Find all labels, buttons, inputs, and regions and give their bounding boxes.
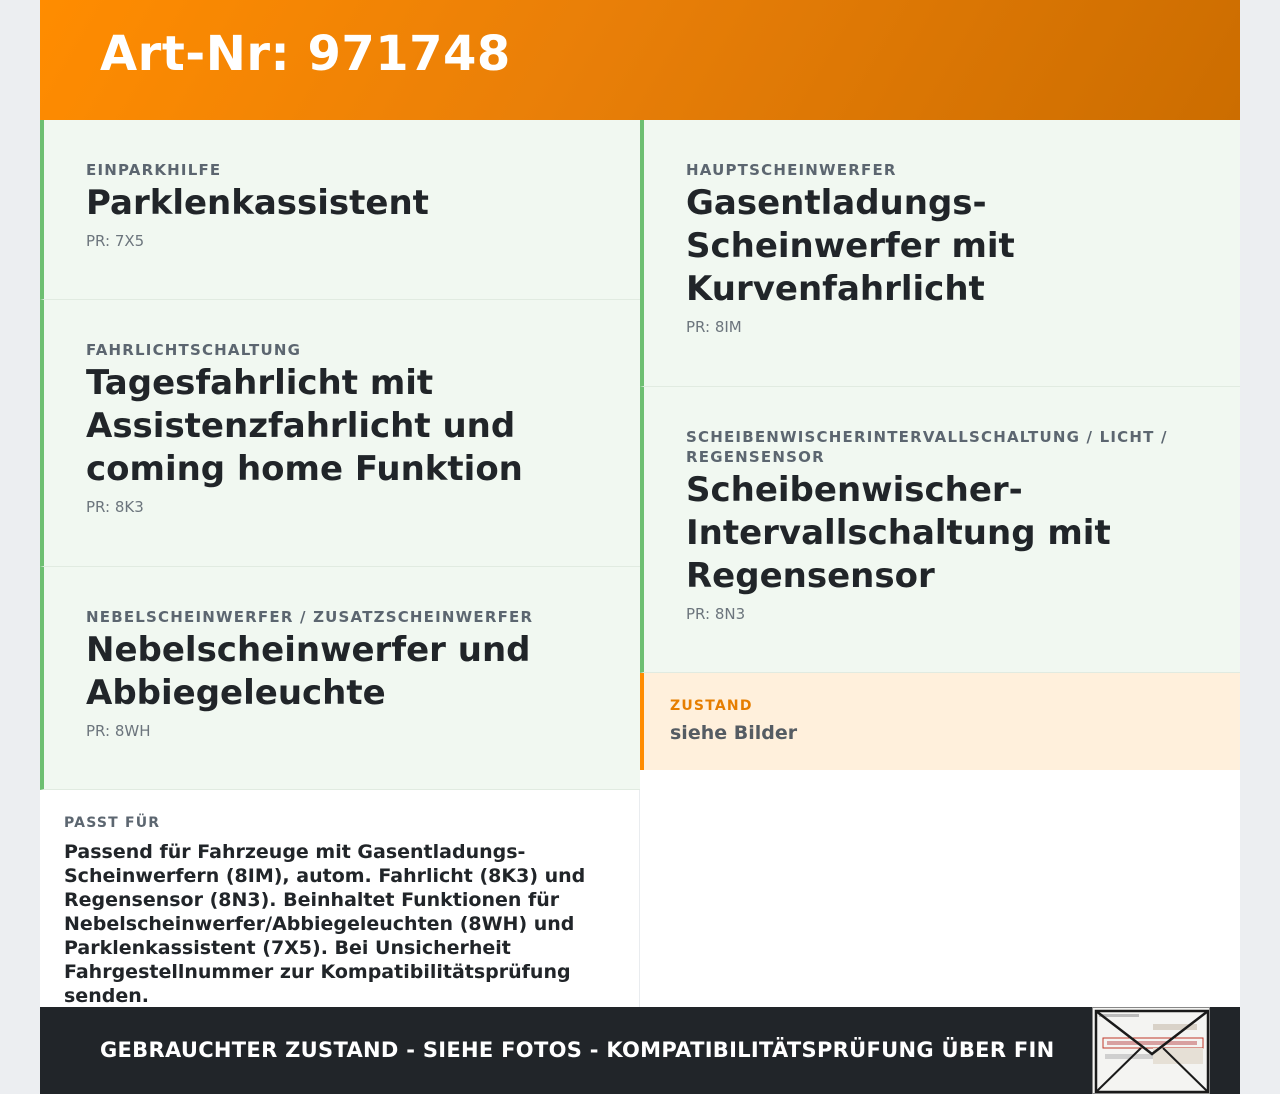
compatibility-section: PASST FÜR Passend für Fahrzeuge mit Gase…	[40, 790, 640, 1007]
feature-pr-code: PR: 8IM	[686, 318, 742, 336]
condition-box: ZUSTAND siehe Bilder	[640, 673, 1240, 770]
envelope-icon[interactable]	[1092, 1007, 1210, 1094]
feature-category: SCHEIBENWISCHERINTERVALLSCHALTUNG / LICH…	[686, 428, 1168, 466]
feature-title: Tagesfahrlicht mit Assistenzfahrlicht un…	[86, 363, 523, 489]
condition-label: ZUSTAND	[670, 698, 753, 714]
compatibility-label: PASST FÜR	[64, 815, 161, 831]
footer-banner: GEBRAUCHTER ZUSTAND - SIEHE FOTOS - KOMP…	[40, 1007, 1240, 1094]
feature-card-fahrlichtschaltung: FAHRLICHTSCHALTUNG Tagesfahrlicht mit As…	[40, 300, 640, 567]
feature-card-hauptscheinwerfer: HAUPTSCHEINWERFER Gasentladungs-Scheinwe…	[640, 120, 1240, 387]
feature-category: NEBELSCHEINWERFER / ZUSATZSCHEINWERFER	[86, 608, 534, 626]
feature-title: Nebelscheinwerfer und Abbiegeleuchte	[86, 630, 531, 713]
feature-pr-code: PR: 8K3	[86, 498, 144, 516]
feature-card-einparkhilfe: EINPARKHILFE Parklenkassistent PR: 7X5	[40, 120, 640, 300]
feature-category: FAHRLICHTSCHALTUNG	[86, 341, 302, 359]
right-column: HAUPTSCHEINWERFER Gasentladungs-Scheinwe…	[640, 120, 1240, 673]
feature-pr-code: PR: 8N3	[686, 605, 746, 623]
feature-pr-code: PR: 8WH	[86, 722, 151, 740]
feature-title: Scheibenwischer-Intervallschaltung mit R…	[686, 470, 1111, 596]
product-sheet: Art-Nr: 971748 EINPARKHILFE Parklenkassi…	[40, 0, 1240, 1094]
feature-category: HAUPTSCHEINWERFER	[686, 161, 897, 179]
footer-text: GEBRAUCHTER ZUSTAND - SIEHE FOTOS - KOMP…	[100, 1038, 1055, 1062]
feature-pr-code: PR: 7X5	[86, 232, 145, 250]
feature-title: Parklenkassistent	[86, 183, 429, 223]
feature-category: EINPARKHILFE	[86, 161, 222, 179]
header-banner: Art-Nr: 971748	[40, 0, 1240, 120]
feature-card-regensensor: SCHEIBENWISCHERINTERVALLSCHALTUNG / LICH…	[640, 387, 1240, 673]
compatibility-text: Passend für Fahrzeuge mit Gasentladungs-…	[64, 841, 586, 1007]
feature-title: Gasentladungs-Scheinwerfer mit Kurvenfah…	[686, 183, 1015, 309]
condition-value: siehe Bilder	[670, 722, 798, 744]
article-number-title: Art-Nr: 971748	[100, 26, 511, 82]
feature-card-nebelscheinwerfer: NEBELSCHEINWERFER / ZUSATZSCHEINWERFER N…	[40, 567, 640, 790]
left-column: EINPARKHILFE Parklenkassistent PR: 7X5 F…	[40, 120, 640, 790]
